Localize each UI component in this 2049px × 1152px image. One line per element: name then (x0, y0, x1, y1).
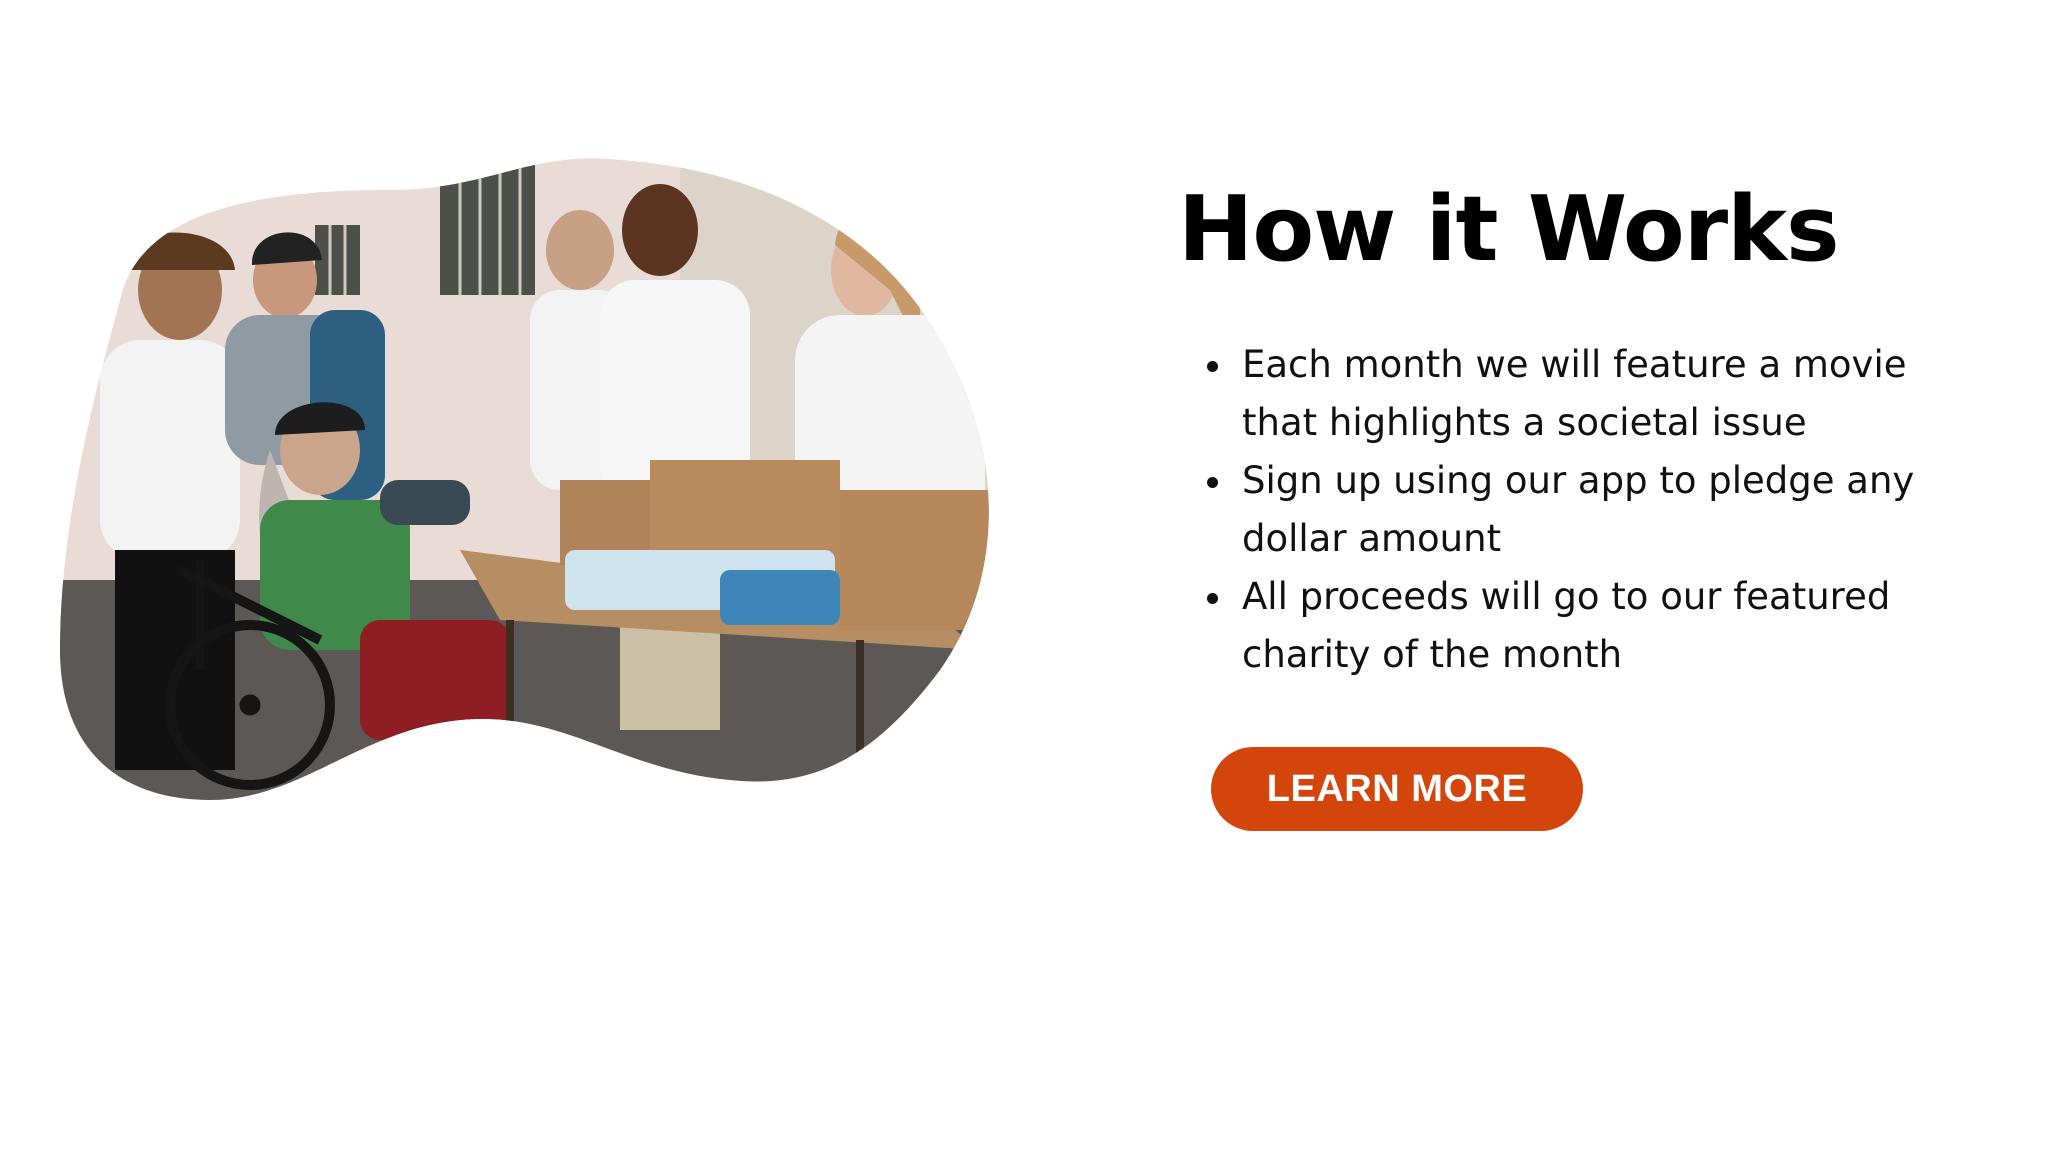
list-item: All proceeds will go to our featured cha… (1236, 568, 1956, 684)
section-title: How it Works (1178, 177, 1840, 282)
list-item: Each month we will feature a movie that … (1236, 336, 1956, 452)
steps-list: Each month we will feature a movie that … (1208, 336, 1956, 684)
list-item: Sign up using our app to pledge any doll… (1236, 452, 1956, 568)
window (440, 158, 535, 295)
learn-more-button[interactable]: LEARN MORE (1211, 747, 1583, 831)
page: How it Works Each month we will feature … (0, 0, 2049, 1152)
volunteers-photo (60, 150, 1010, 830)
